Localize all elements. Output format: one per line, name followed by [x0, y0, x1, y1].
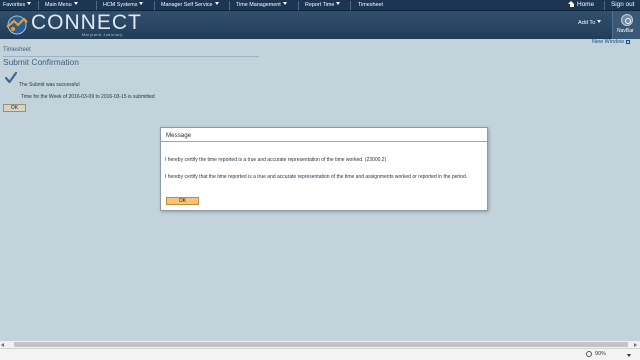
dialog-title: Message: [166, 132, 192, 139]
checkmark-icon: [5, 72, 17, 84]
home-link[interactable]: Home: [568, 1, 594, 9]
menu-divider: [38, 1, 39, 10]
home-icon: [568, 1, 575, 7]
menu-divider: [604, 1, 605, 10]
connect-logo-icon: [6, 15, 28, 35]
success-message: The Submit was successful: [19, 82, 80, 88]
menu-divider: [298, 1, 299, 10]
scroll-left-icon[interactable]: [1, 342, 4, 347]
chevron-down-icon: [73, 2, 78, 5]
page-title: Submit Confirmation: [3, 57, 79, 67]
ok-button[interactable]: OK: [3, 104, 26, 112]
logo-subtitle: Maryland Judiciary: [82, 33, 123, 37]
compass-icon: [621, 14, 633, 26]
horizontal-scrollbar[interactable]: [0, 341, 640, 348]
dialog-message-detail: I hereby certify that the time reported …: [165, 174, 468, 180]
menu-main-menu[interactable]: Main Menu: [45, 1, 78, 9]
dialog-message: I hereby certify the time reported is a …: [165, 157, 387, 163]
add-to-menu[interactable]: Add To: [578, 20, 602, 26]
menu-hcm-systems[interactable]: HCM Systems: [103, 1, 144, 9]
menu-divider: [350, 1, 351, 10]
chevron-down-icon: [282, 2, 287, 5]
dialog-ok-button[interactable]: OK: [166, 197, 199, 205]
menu-timesheet[interactable]: Timesheet: [358, 1, 383, 9]
new-window-icon: [626, 39, 631, 44]
menu-divider: [96, 1, 97, 10]
zoom-level[interactable]: 90%: [595, 351, 606, 357]
top-menu-bar: Favorites Main Menu HCM Systems Manager …: [0, 0, 640, 11]
new-window-link[interactable]: New Window: [592, 39, 631, 45]
menu-manager-self-service[interactable]: Manager Self Service: [161, 1, 219, 9]
status-bar: 90%: [0, 348, 640, 360]
chevron-down-icon[interactable]: [627, 354, 631, 357]
chevron-down-icon: [336, 2, 341, 5]
menu-time-management[interactable]: Time Management: [236, 1, 287, 9]
zoom-icon: [586, 351, 592, 357]
breadcrumb: Timesheet: [3, 47, 31, 53]
chevron-down-icon: [214, 2, 219, 5]
menu-divider: [154, 1, 155, 10]
navbar-button[interactable]: NavBar: [612, 11, 640, 39]
submitted-message: Time for the Week of 2016-03-09 to 2016-…: [21, 94, 155, 100]
menu-favorites[interactable]: Favorites: [3, 1, 32, 9]
scrollbar-thumb[interactable]: [14, 342, 628, 347]
chevron-down-icon: [597, 20, 602, 23]
menu-divider: [229, 1, 230, 10]
chevron-down-icon: [139, 2, 144, 5]
logo-text: CONNECT: [31, 11, 142, 34]
scroll-right-icon[interactable]: [634, 342, 637, 347]
sign-out-link[interactable]: Sign out: [611, 1, 634, 9]
chevron-down-icon: [27, 2, 32, 5]
message-dialog: Message I hereby certify the time report…: [160, 127, 488, 211]
dialog-header: Message: [161, 128, 487, 142]
menu-report-time[interactable]: Report Time: [305, 1, 341, 9]
